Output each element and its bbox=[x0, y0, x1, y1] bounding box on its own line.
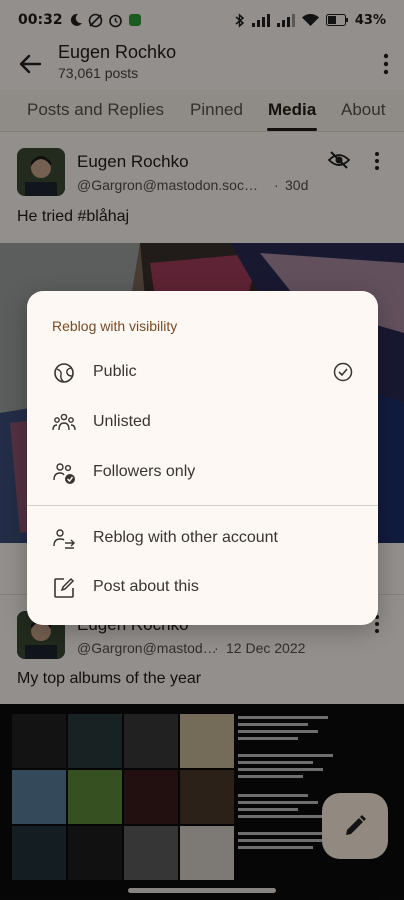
edit-square-icon bbox=[54, 577, 75, 598]
globe-icon bbox=[54, 363, 74, 383]
dialog-title: Reblog with visibility bbox=[52, 318, 178, 334]
reblog-other-account-action[interactable]: Reblog with other account bbox=[27, 515, 378, 563]
option-label: Unlisted bbox=[93, 413, 151, 430]
post-about-this-action[interactable]: Post about this bbox=[27, 564, 378, 612]
action-label: Reblog with other account bbox=[93, 529, 278, 546]
option-label: Followers only bbox=[93, 463, 196, 480]
option-label: Public bbox=[93, 363, 137, 380]
reblog-visibility-dialog: Reblog with visibility Public Unlisted F… bbox=[27, 291, 378, 625]
switch-account-icon bbox=[53, 529, 75, 549]
people-group-icon bbox=[52, 413, 76, 431]
visibility-option-followers-only[interactable]: Followers only bbox=[27, 449, 378, 497]
check-circle-icon bbox=[333, 362, 353, 382]
action-label: Post about this bbox=[93, 578, 199, 595]
people-check-icon bbox=[53, 463, 75, 484]
visibility-option-unlisted[interactable]: Unlisted bbox=[27, 399, 378, 447]
dialog-divider bbox=[27, 505, 378, 506]
visibility-option-public[interactable]: Public bbox=[27, 349, 378, 397]
